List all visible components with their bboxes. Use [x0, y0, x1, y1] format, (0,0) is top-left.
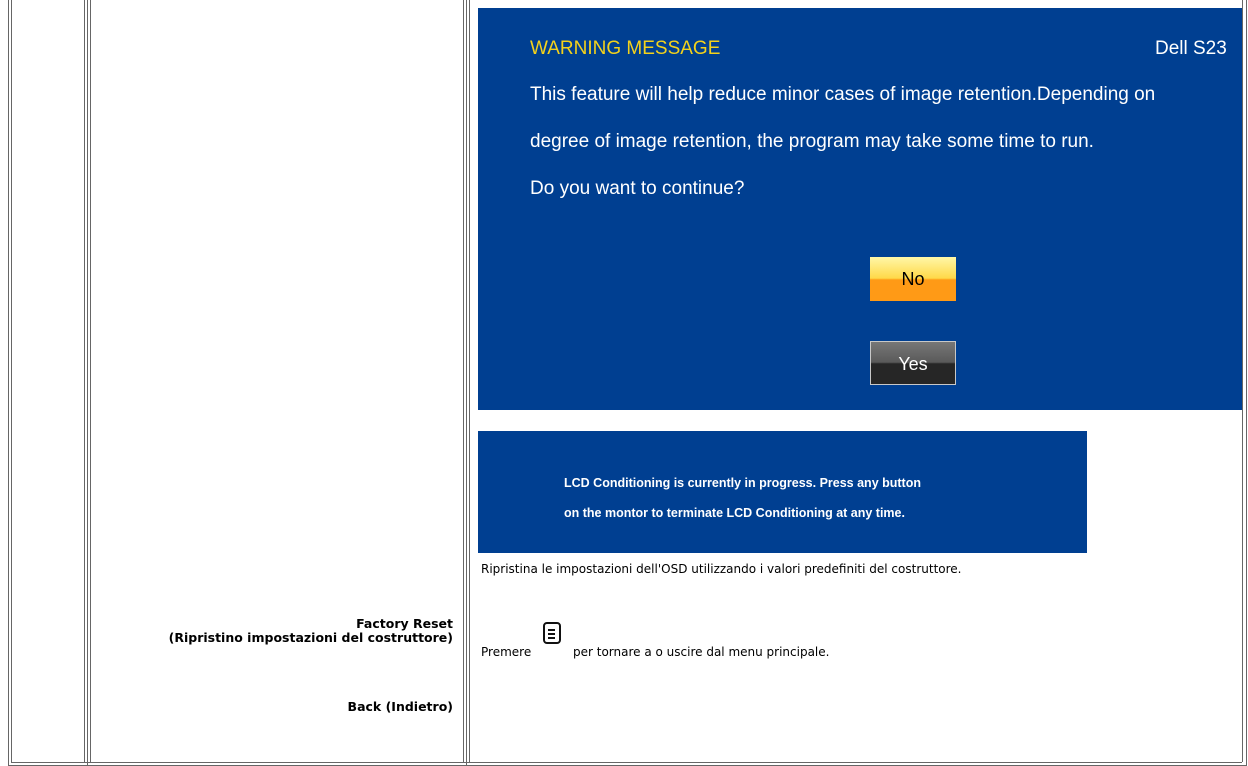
column-divider-1a: [84, 0, 85, 762]
lcd-conditioning-panel: LCD Conditioning is currently in progres…: [478, 431, 1087, 553]
warning-title: WARNING MESSAGE: [530, 38, 721, 59]
column-divider-1b: [87, 0, 88, 766]
table-border-right-inner: [1242, 0, 1243, 762]
factory-reset-title: Factory Reset (Ripristino impostazioni d…: [169, 617, 453, 645]
back-description-suffix: per tornare a o uscire dal menu principa…: [573, 645, 830, 659]
progress-line-2: on the montor to terminate LCD Condition…: [564, 506, 905, 520]
back-description-prefix: Premere: [481, 645, 532, 659]
menu-icon: [543, 622, 561, 644]
monitor-model: Dell S23: [1155, 38, 1227, 59]
back-title: Back (Indietro): [347, 699, 453, 714]
progress-line-1: LCD Conditioning is currently in progres…: [564, 476, 921, 490]
column-divider-3b: [466, 0, 467, 766]
yes-button[interactable]: Yes: [870, 341, 956, 385]
no-button[interactable]: No: [870, 257, 956, 301]
table-border-right-outer: [1246, 0, 1247, 766]
warning-line-1: This feature will help reduce minor case…: [530, 84, 1156, 105]
factory-reset-label-italian: (Ripristino impostazioni del costruttore…: [168, 630, 453, 645]
warning-line-3: Do you want to continue?: [530, 178, 745, 199]
column-divider-3c: [469, 0, 470, 762]
warning-dialog: WARNING MESSAGE Dell S23 This feature wi…: [478, 8, 1242, 410]
table-border-bottom-inner: [11, 762, 1242, 763]
factory-reset-label: Factory Reset: [356, 616, 453, 631]
column-divider-3a: [463, 0, 464, 762]
table-border-left-outer: [8, 0, 9, 766]
column-divider-2a: [90, 0, 91, 762]
warning-line-2: degree of image retention, the program m…: [530, 131, 1094, 152]
table-border-left-inner: [11, 0, 12, 762]
factory-reset-description: Ripristina le impostazioni dell'OSD util…: [481, 562, 962, 576]
